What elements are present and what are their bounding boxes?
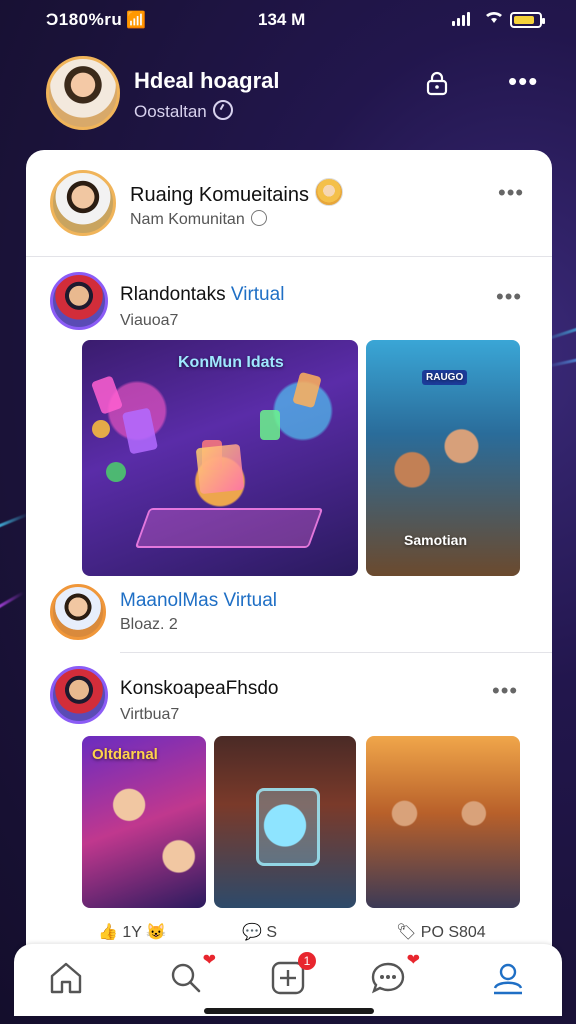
mini-avatar <box>315 178 343 206</box>
more-options-icon[interactable]: ••• <box>496 284 522 310</box>
post-image[interactable] <box>214 736 356 908</box>
cat-emoji-icon: 😺 <box>146 924 167 941</box>
cube-graphic <box>195 443 245 495</box>
post-author[interactable]: MaanolMas Virtual <box>120 590 277 612</box>
post-image[interactable]: RAUGO Samotian <box>366 340 520 576</box>
wifi-icon <box>484 9 504 30</box>
avatar[interactable] <box>46 56 120 130</box>
heart-badge-icon: ❤ <box>406 952 420 969</box>
post-image[interactable]: KonMun Idats <box>82 340 358 576</box>
share-count-text: PO S804 <box>420 924 486 941</box>
post-author-part: Rlandontaks <box>120 284 226 305</box>
divider <box>26 256 552 257</box>
phone-frame-graphic <box>256 788 320 866</box>
divider <box>120 652 552 653</box>
share-count[interactable]: 🏷 PO S804 <box>396 922 486 942</box>
avatar[interactable] <box>50 666 108 724</box>
status-bar: Ɔ180%ru 📶 134 M <box>0 0 576 40</box>
carrier-label: Ɔ180%ru <box>46 10 123 29</box>
more-options-icon[interactable]: ••• <box>508 66 538 97</box>
notification-badge: 1 <box>298 952 316 970</box>
light-streak <box>0 512 30 531</box>
post-author[interactable]: KonskoapeaFhsdo <box>120 678 278 700</box>
community-name-text: Ruaing Komueitains <box>130 184 309 206</box>
clock-icon <box>212 100 233 120</box>
post-image[interactable] <box>366 736 520 908</box>
comment-count-text: S <box>266 924 278 941</box>
lock-icon[interactable] <box>424 70 450 96</box>
avatar[interactable] <box>50 170 116 236</box>
messages-tab[interactable]: ❤ <box>368 952 420 998</box>
post-subtitle: Bloaz. 2 <box>120 616 178 633</box>
sign-label: RAUGO <box>422 370 468 385</box>
share-icon: 🏷 <box>396 924 417 941</box>
avatar[interactable] <box>50 584 106 640</box>
page-title: Hdeal hoagral <box>134 68 280 93</box>
bottom-tab-bar: ❤ 1 ❤ <box>14 944 562 1016</box>
home-indicator <box>204 1008 374 1014</box>
page-subtitle: Oostaltan <box>134 100 233 122</box>
avatar[interactable] <box>50 272 108 330</box>
platform-graphic <box>134 508 324 548</box>
card-tile <box>121 407 159 455</box>
clock-time: 134 M <box>258 10 306 29</box>
battery-icon <box>510 12 545 28</box>
card-tile <box>260 410 280 440</box>
heart-badge-icon: ❤ <box>202 952 216 969</box>
thumbs-up-icon: 👍 <box>98 924 118 941</box>
post-author[interactable]: Rlandontaks Virtual <box>120 284 284 306</box>
profile-header: Hdeal hoagral Oostaltan ••• <box>46 56 546 136</box>
like-count[interactable]: 👍 1Y 😺 <box>98 922 166 942</box>
subtitle-text: Oostaltan <box>134 102 207 121</box>
add-tab[interactable]: 1 <box>268 952 316 998</box>
post-subtitle: Viauoa7 <box>120 312 179 329</box>
comment-icon: 💬 <box>242 924 262 941</box>
search-icon <box>171 963 201 993</box>
signal-icon <box>452 12 470 26</box>
comment-count[interactable]: 💬 S <box>242 922 277 942</box>
community-name: Ruaing Komueitains <box>130 178 343 207</box>
search-tab[interactable]: ❤ <box>166 952 216 998</box>
home-icon[interactable] <box>46 958 86 998</box>
post-author-accent: Virtual <box>225 284 285 305</box>
post-image[interactable]: Oltdarnal <box>82 736 206 908</box>
more-options-icon[interactable]: ••• <box>498 180 524 206</box>
like-count-text: 1Y <box>122 924 142 941</box>
community-subtitle-text: Nam Komunitan <box>130 211 245 228</box>
coin-graphic <box>106 462 126 482</box>
post-subtitle: Virtbua7 <box>120 706 180 723</box>
image-caption: KonMun Idats <box>178 354 284 371</box>
community-subtitle: Nam Komunitan <box>130 210 267 229</box>
card-tile <box>90 375 124 415</box>
wifi-icon: 📶 <box>126 12 146 29</box>
light-streak <box>0 591 25 612</box>
card-tile <box>292 371 322 409</box>
image-caption: Samotian <box>404 532 468 548</box>
feed-card: Ruaing Komueitains Nam Komunitan ••• Rla… <box>26 150 552 970</box>
coin-graphic <box>92 420 110 438</box>
profile-icon[interactable] <box>488 958 528 998</box>
chat-bubble-icon <box>371 962 405 994</box>
image-caption: Oltdarnal <box>92 746 158 763</box>
clock-icon <box>250 210 267 226</box>
more-options-icon[interactable]: ••• <box>492 678 518 704</box>
